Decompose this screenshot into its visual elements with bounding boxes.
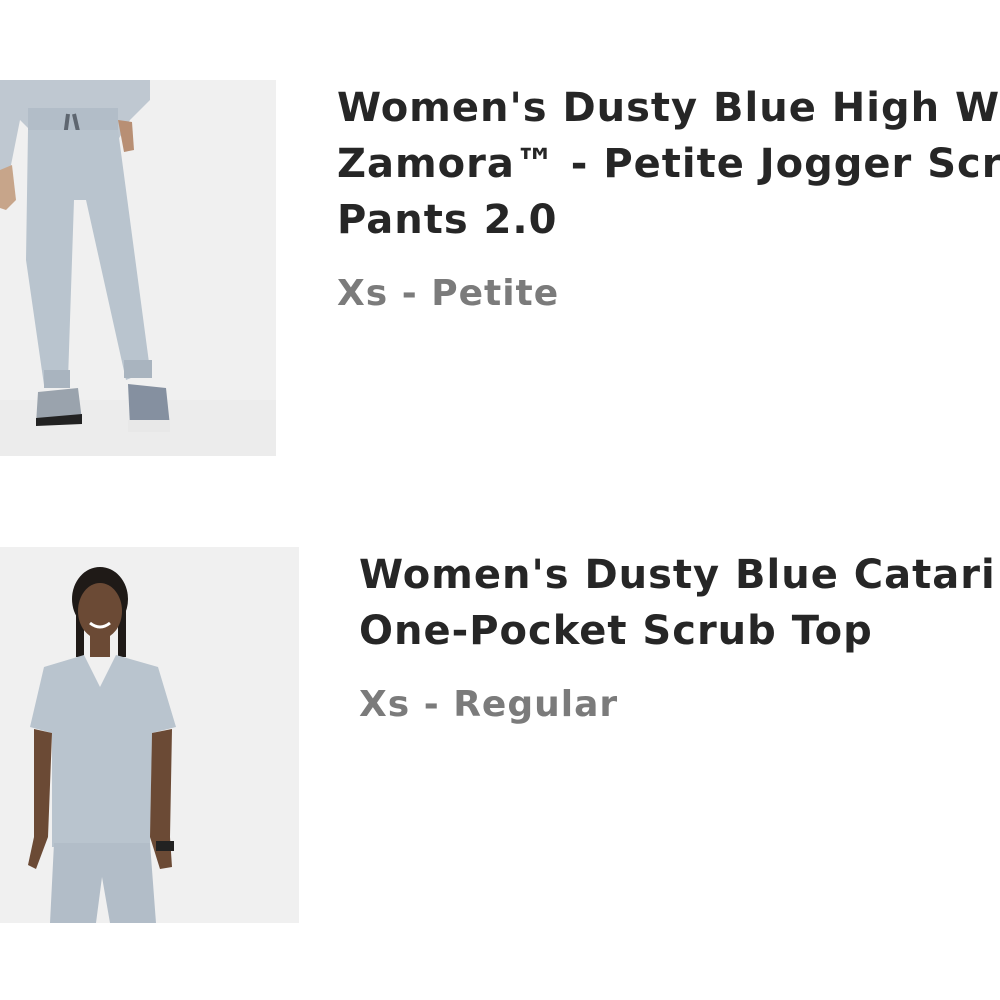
product-title-line: Women's Dusty Blue Catari — [359, 552, 996, 598]
product-image-jogger-pants[interactable] — [0, 80, 276, 456]
cart-item[interactable]: Women's Dusty Blue High W Zamora™ - Peti… — [0, 80, 1000, 456]
product-title[interactable]: Women's Dusty Blue High W Zamora™ - Peti… — [337, 80, 1000, 248]
cart-item[interactable]: Women's Dusty Blue Catari One-Pocket Scr… — [0, 547, 1000, 923]
product-title-line: Pants 2.0 — [337, 197, 558, 243]
product-title-line: Zamora™ - Petite Jogger Scr — [337, 141, 1000, 187]
product-variant: Xs - Petite — [337, 273, 560, 314]
product-image-scrub-top[interactable] — [0, 547, 299, 923]
product-variant: Xs - Regular — [359, 684, 619, 725]
cart-items-list: Women's Dusty Blue High W Zamora™ - Peti… — [0, 0, 1000, 1000]
product-title-line: Women's Dusty Blue High W — [337, 85, 1000, 131]
product-title-line: One-Pocket Scrub Top — [359, 608, 873, 654]
cart-item-info: Women's Dusty Blue Catari One-Pocket Scr… — [359, 547, 996, 727]
cart-item-info: Women's Dusty Blue High W Zamora™ - Peti… — [337, 80, 1000, 316]
product-title[interactable]: Women's Dusty Blue Catari One-Pocket Scr… — [359, 547, 996, 659]
